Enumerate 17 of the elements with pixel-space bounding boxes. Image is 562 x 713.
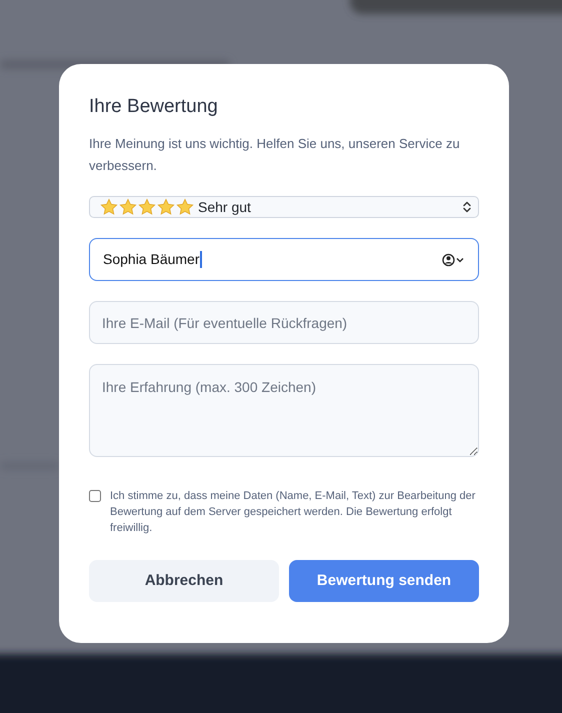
email-field[interactable]: Ihre E-Mail (Für eventuelle Rückfragen) — [89, 301, 479, 344]
consent-text: Ich stimme zu, dass meine Daten (Name, E-Mail, Text) zur Bearbeitung der Bewertung auf dem Server gespeichert werden. Die Bewertung erfolgt freiwillig. — [110, 489, 476, 536]
rating-select[interactable]: Sehr gut — [89, 196, 479, 218]
name-field[interactable]: Sophia Bäumer — [89, 238, 479, 281]
dialog-title: Ihre Bewertung — [89, 95, 219, 119]
experience-textarea[interactable]: Ihre Erfahrung (max. 300 Zeichen) — [89, 364, 479, 457]
star-icon — [138, 198, 156, 216]
contact-autofill-icon[interactable] — [442, 252, 466, 266]
consent-checkbox[interactable] — [89, 490, 101, 502]
dialog-description: Ihre Meinung ist uns wichtig. Helfen Sie uns, unseren Service zu verbessern. — [89, 135, 461, 175]
star-icon — [176, 198, 194, 216]
submit-button[interactable]: Bewertung senden — [289, 560, 479, 602]
star-icon — [119, 198, 137, 216]
updown-chevron-icon — [462, 200, 472, 214]
star-icon — [100, 198, 118, 216]
star-icon — [157, 198, 175, 216]
cancel-button[interactable]: Abbrechen — [89, 560, 279, 602]
